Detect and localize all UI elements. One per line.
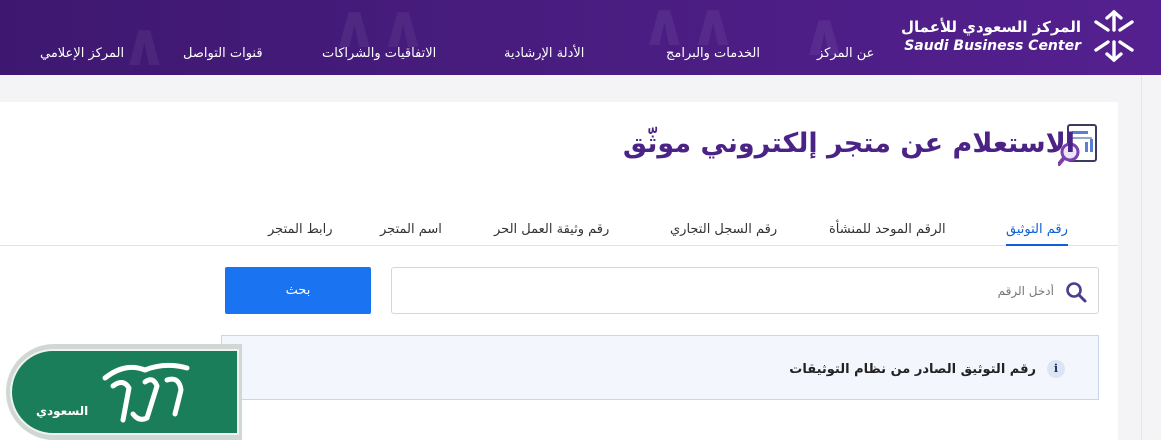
watermark-subtitle: السعودي: [36, 404, 89, 418]
search-button[interactable]: بحث: [225, 267, 371, 314]
nav-item-about[interactable]: عن المركز: [817, 46, 874, 61]
info-text: رقم التوثيق الصادر من نظام التوثيقات: [789, 362, 1036, 377]
top-header: ∧ ∧∧ ∧∧ ∧ المركز السعودي للأعمال Saudi B…: [0, 0, 1161, 75]
right-gutter-line: [1141, 75, 1142, 440]
tab-store-link[interactable]: رابط المتجر: [268, 222, 333, 246]
tab-store-name[interactable]: اسم المتجر: [380, 222, 442, 246]
logo-arabic-text: المركز السعودي للأعمال: [901, 18, 1081, 36]
main-nav: عن المركز الخدمات والبرامج الأدلة الإرشا…: [0, 46, 900, 66]
logo-english-text: Saudi Business Center: [904, 38, 1081, 54]
sbc-star-logo-icon: [1094, 9, 1134, 63]
tab-commercial-register[interactable]: رقم السجل التجاري: [670, 222, 777, 246]
nav-item-guides[interactable]: الأدلة الإرشادية: [504, 46, 584, 61]
info-icon: i: [1047, 360, 1065, 378]
nav-item-contact[interactable]: قنوات التواصل: [183, 46, 263, 61]
nav-item-media[interactable]: المركز الإعلامي: [40, 46, 124, 61]
page-title: الاستعلام عن متجر إلكتروني موثّق: [622, 128, 1075, 159]
info-box: رقم التوثيق الصادر من نظام التوثيقات: [221, 335, 1099, 400]
tab-unified-number[interactable]: الرقم الموحد للمنشأة: [829, 222, 946, 246]
right-gutter: [1130, 75, 1161, 440]
search-icon: [1066, 282, 1087, 303]
site-logo[interactable]: المركز السعودي للأعمال Saudi Business Ce…: [901, 6, 1137, 66]
search-input[interactable]: [434, 268, 1054, 313]
search-box: [391, 267, 1099, 314]
nav-item-services[interactable]: الخدمات والبرامج: [666, 46, 760, 61]
nav-item-partnerships[interactable]: الاتفاقيات والشراكات: [322, 46, 436, 61]
search-type-tabs: رقم التوثيق الرقم الموحد للمنشأة رقم الس…: [0, 222, 1118, 246]
tab-verification-number[interactable]: رقم التوثيق: [1006, 222, 1068, 246]
tab-freelance-document[interactable]: رقم وثيقة العمل الحر: [494, 222, 609, 246]
watermark-brand-logo: [102, 362, 190, 423]
